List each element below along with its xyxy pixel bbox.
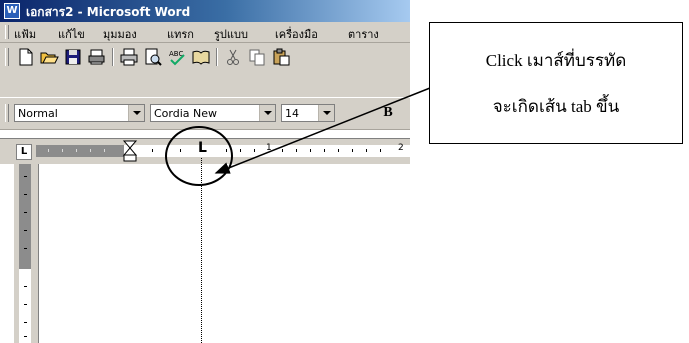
callout-line-2: จะเกิดเส้น tab ขึ้น: [492, 97, 620, 116]
callout-box: Click เมาส์ที่บรรทัด จะเกิดเส้น tab ขึ้น: [429, 22, 683, 144]
callout-line-1: Click เมาส์ที่บรรทัด: [485, 51, 627, 70]
